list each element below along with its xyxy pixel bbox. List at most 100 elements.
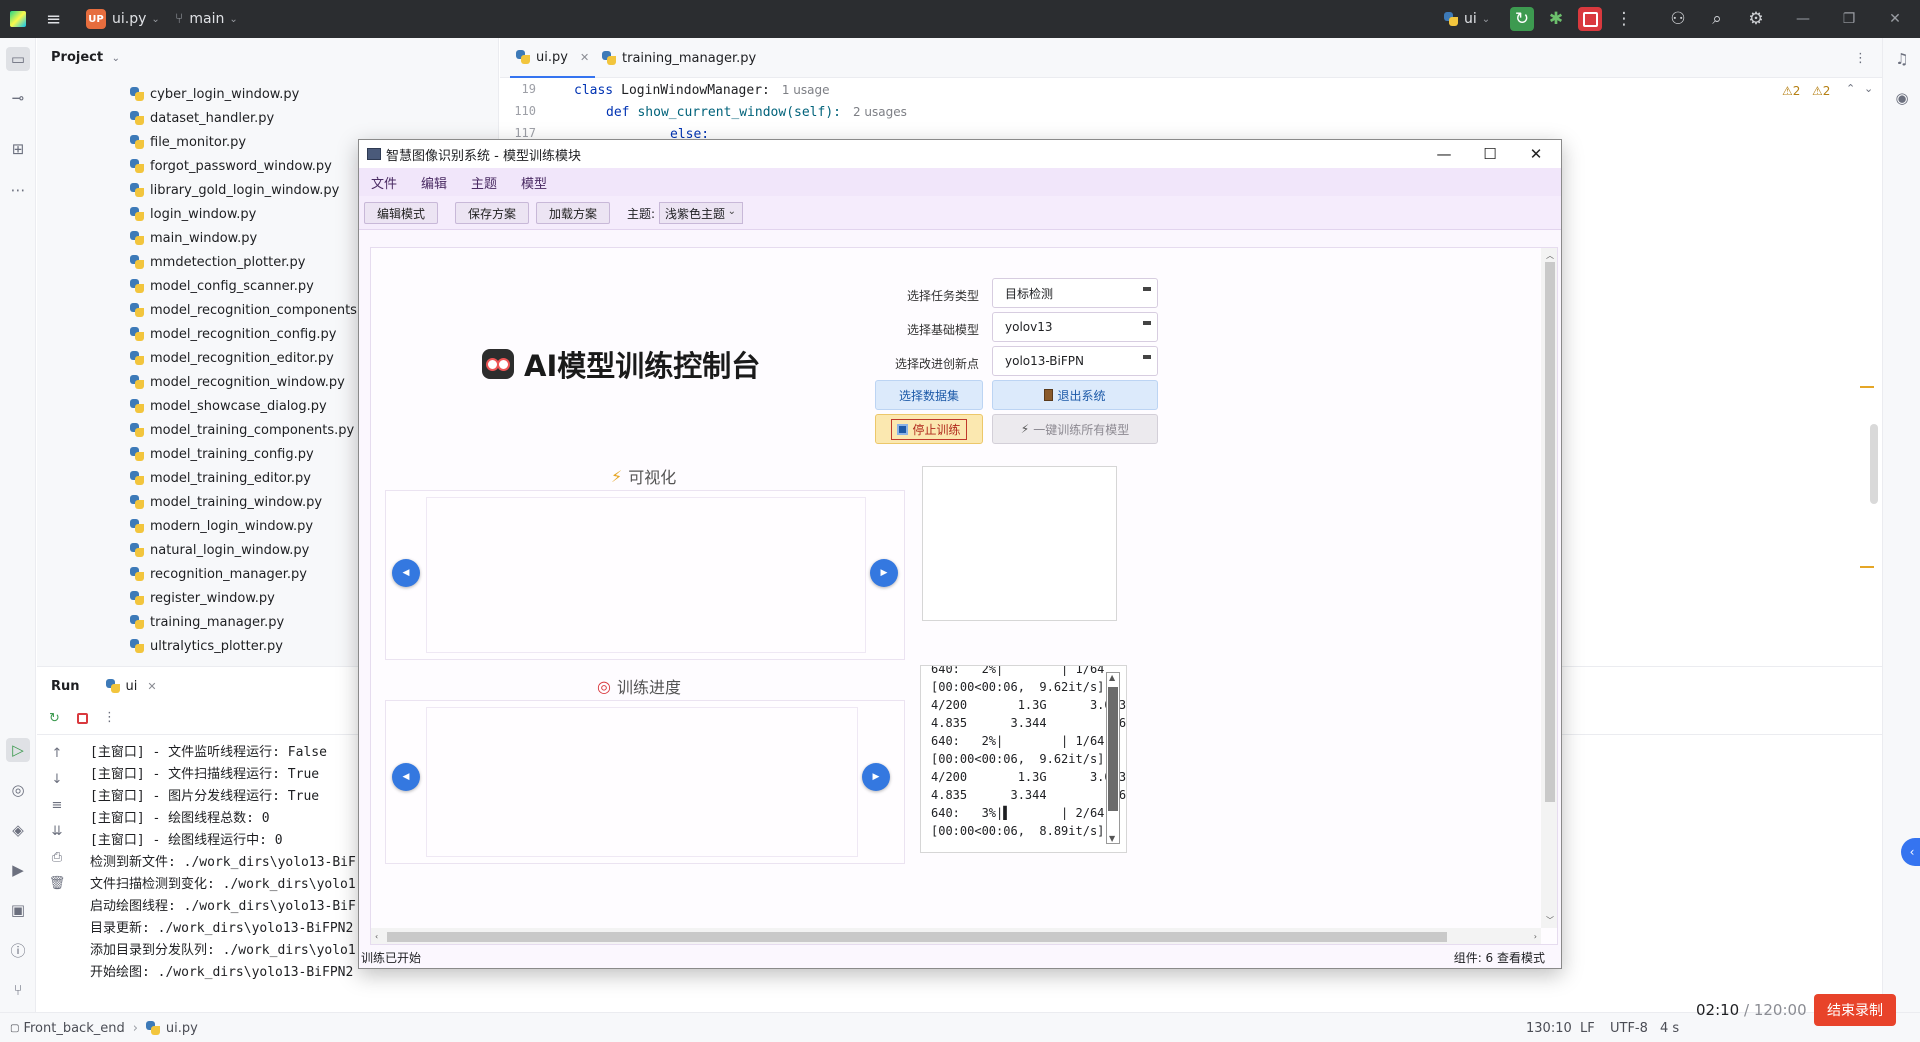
log-scrollbar[interactable]: ▲ ▼: [1106, 672, 1120, 844]
prev-plot-button[interactable]: ◀: [392, 559, 420, 587]
rerun-icon[interactable]: ↻: [49, 711, 60, 726]
edit-mode-button[interactable]: 编辑模式: [364, 202, 439, 224]
task-type-select[interactable]: 目标检测: [992, 278, 1158, 308]
base-model-select[interactable]: yolov13: [992, 312, 1158, 342]
editor-scrollbar[interactable]: [1860, 118, 1882, 666]
commit-icon[interactable]: ⊸: [6, 86, 30, 110]
file-tree-item[interactable]: model_recognition_editor.py: [130, 346, 377, 370]
close-icon[interactable]: ✕: [1872, 0, 1918, 38]
warning-count[interactable]: ⚠2: [1782, 84, 1800, 98]
prev-progress-button[interactable]: ◀: [392, 763, 420, 791]
print-icon[interactable]: ⎙: [47, 847, 67, 867]
close-tab-icon[interactable]: ✕: [147, 680, 156, 693]
debug-icon[interactable]: ✱: [1544, 7, 1568, 31]
caret-position[interactable]: 130:10: [1526, 1013, 1572, 1042]
next-plot-button[interactable]: ▶: [870, 559, 898, 587]
scroll-up-icon[interactable]: ︿: [1546, 250, 1554, 261]
git-icon[interactable]: ⑂: [6, 978, 30, 1002]
next-highlight-icon[interactable]: ⌄: [1864, 82, 1873, 95]
file-tree-item[interactable]: ultralytics_plotter.py: [130, 634, 377, 658]
file-encoding[interactable]: UTF-8: [1610, 1013, 1648, 1042]
run-panel-title[interactable]: Run: [51, 679, 80, 694]
canvas-vscroll-thumb[interactable]: [1545, 262, 1555, 802]
save-plan-button[interactable]: 保存方案: [455, 202, 530, 224]
warning-marker[interactable]: [1860, 386, 1874, 388]
up-arrow-icon[interactable]: ↑: [47, 743, 67, 763]
layers-icon[interactable]: ◈: [6, 818, 30, 842]
usage-hint[interactable]: 2 usages: [853, 105, 907, 119]
line-separator[interactable]: LF: [1580, 1013, 1595, 1042]
file-tree-item[interactable]: recognition_manager.py: [130, 562, 377, 586]
down-arrow-icon[interactable]: ↓: [47, 769, 67, 789]
side-panel-toggle-icon[interactable]: ‹: [1901, 838, 1920, 866]
project-selector[interactable]: UP ui.py ⌄: [86, 0, 160, 38]
run-config-selector[interactable]: ui ⌄: [1444, 0, 1490, 38]
file-tree-item[interactable]: file_monitor.py: [130, 130, 377, 154]
file-tree-item[interactable]: register_window.py: [130, 586, 377, 610]
app-logo-icon[interactable]: [10, 0, 26, 38]
close-tab-icon[interactable]: ✕: [580, 51, 589, 64]
ai-assistant-icon[interactable]: ◉: [1890, 86, 1914, 110]
rerun-icon[interactable]: ↻: [1510, 7, 1534, 31]
run-config-tab[interactable]: ui ✕: [105, 679, 157, 694]
log-scroll-thumb[interactable]: [1108, 687, 1118, 811]
soft-wrap-icon[interactable]: ≡: [47, 795, 67, 815]
file-tree-item[interactable]: model_recognition_config.py: [130, 322, 377, 346]
minimize-icon[interactable]: —: [1421, 140, 1467, 168]
train-all-models-button[interactable]: ⚡ 一键训练所有模型: [992, 414, 1158, 444]
structure-icon[interactable]: ⊞: [6, 137, 30, 161]
add-user-icon[interactable]: ⚇: [1666, 7, 1690, 31]
settings-gear-icon[interactable]: ⚙: [1744, 7, 1768, 31]
terminal-icon[interactable]: ▣: [6, 898, 30, 922]
project-folder-icon[interactable]: ▭: [6, 47, 30, 71]
scroll-up-icon[interactable]: ▲: [1109, 673, 1115, 682]
file-tree-item[interactable]: natural_login_window.py: [130, 538, 377, 562]
prev-highlight-icon[interactable]: ⌃: [1846, 82, 1855, 95]
search-icon[interactable]: ⌕: [1705, 7, 1729, 31]
menu-file[interactable]: 文件: [371, 173, 397, 192]
scroll-down-icon[interactable]: ▼: [1109, 834, 1115, 843]
qt-title-bar[interactable]: 智慧图像识别系统 - 模型训练模块 — ☐ ✕: [359, 140, 1561, 168]
next-progress-button[interactable]: ▶: [862, 763, 890, 791]
more-options-icon[interactable]: ⋮: [1612, 7, 1636, 31]
more-tools-icon[interactable]: ⋯: [6, 178, 30, 202]
editor-scroll-thumb[interactable]: [1870, 424, 1878, 504]
file-tree-item[interactable]: modern_login_window.py: [130, 514, 377, 538]
minimize-icon[interactable]: —: [1780, 0, 1826, 38]
stop-training-button[interactable]: 停止训练: [875, 414, 983, 444]
run-tool-icon[interactable]: ▷: [6, 738, 30, 762]
file-tree-item[interactable]: cyber_login_window.py: [130, 82, 377, 106]
file-tree-item[interactable]: training_manager.py: [130, 610, 377, 634]
file-tree-item[interactable]: model_recognition_components.py: [130, 298, 377, 322]
file-tree-item[interactable]: model_config_scanner.py: [130, 274, 377, 298]
stop-icon[interactable]: [1578, 7, 1602, 31]
warning-marker[interactable]: [1860, 566, 1874, 568]
problems-icon[interactable]: ⓘ: [6, 938, 30, 962]
indent-setting[interactable]: 4 s: [1660, 1013, 1679, 1042]
close-icon[interactable]: ✕: [1513, 140, 1559, 168]
scroll-right-icon[interactable]: ›: [1534, 932, 1537, 941]
load-plan-button[interactable]: 加载方案: [536, 202, 611, 224]
file-tree-item[interactable]: login_window.py: [130, 202, 377, 226]
innovation-select[interactable]: yolo13-BiFPN: [992, 346, 1158, 376]
file-tree-item[interactable]: model_training_window.py: [130, 490, 377, 514]
canvas-hscroll-thumb[interactable]: [387, 932, 1447, 942]
file-tree-item[interactable]: library_gold_login_window.py: [130, 178, 377, 202]
stop-icon[interactable]: [77, 713, 88, 724]
notifications-bell-icon[interactable]: ♫: [1890, 47, 1914, 71]
file-tree-item[interactable]: dataset_handler.py: [130, 106, 377, 130]
breadcrumb-project[interactable]: Front_back_end: [23, 1021, 124, 1036]
breadcrumb-file[interactable]: ui.py: [166, 1021, 198, 1036]
branch-selector[interactable]: ⑂ main ⌄: [175, 0, 238, 38]
project-panel-title[interactable]: Project ⌄: [51, 50, 120, 65]
usage-hint[interactable]: 1 usage: [782, 83, 830, 97]
python-console-icon[interactable]: ◎: [6, 778, 30, 802]
weak-warning-count[interactable]: ⚠2: [1812, 84, 1830, 98]
canvas-vertical-scrollbar[interactable]: ︿ ﹀: [1541, 248, 1557, 928]
tab-ui-py[interactable]: ui.py ✕: [510, 38, 596, 78]
training-log-box[interactable]: 640: 2%| | 1/64 [00:00<00:06, 9.62it/s] 4/…: [920, 665, 1127, 853]
scroll-to-end-icon[interactable]: ⇊: [47, 821, 67, 841]
file-tree-item[interactable]: model_training_components.py: [130, 418, 377, 442]
scroll-left-icon[interactable]: ‹: [375, 932, 378, 941]
tab-training-manager[interactable]: training_manager.py: [602, 38, 756, 78]
